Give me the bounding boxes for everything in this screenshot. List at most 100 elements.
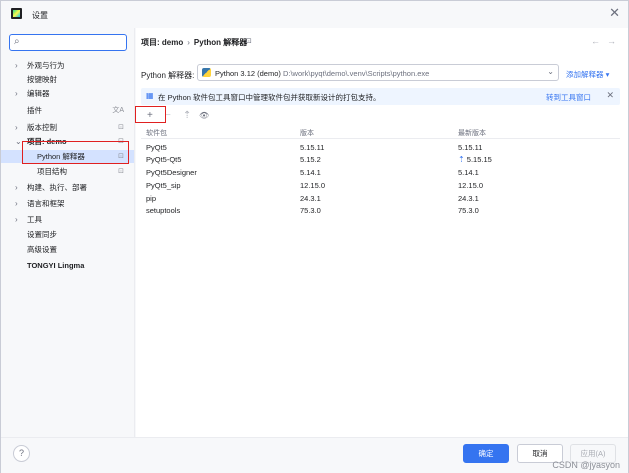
settings-sidebar: ⌕ › 外观与行为 按键映射 › 编辑器 插件 文A › 版本控制 ⊡ ⌄ 项目… [1, 28, 135, 437]
cell-latest: 5.15.11 [458, 143, 483, 152]
interpreter-value: Python 3.12 (demo) D:\work\pyqt\demo\.ve… [215, 69, 429, 78]
cell-package: PyQt5_sip [146, 181, 181, 190]
sidebar-item-vcs[interactable]: › 版本控制 ⊡ [1, 121, 134, 134]
interpreter-path: D:\work\pyqt\demo\.venv\Scripts\python.e… [282, 69, 430, 78]
table-row[interactable]: setuptools 75.3.0 75.3.0 [141, 205, 620, 216]
sidebar-item-label: 项目结构 [37, 167, 67, 176]
sidebar-item-keymap[interactable]: 按键映射 [1, 73, 134, 86]
cell-latest: 12.15.0 [458, 181, 484, 190]
back-arrow-icon[interactable]: ← [591, 36, 600, 46]
sidebar-item-plugins[interactable]: 插件 文A [1, 104, 134, 117]
column-header-package[interactable]: 软件包 [146, 128, 167, 138]
cell-package: pip [146, 194, 157, 203]
cell-package: setuptools [146, 206, 181, 215]
upgrade-package-button[interactable]: ⇡ [183, 110, 191, 122]
table-row[interactable]: PyQt5Designer 5.14.1 5.14.1 [141, 167, 620, 178]
window-title: 设置 [32, 11, 48, 20]
main-panel: 项目: demo › Python 解释器 ⊡ ← → Python 解释器: Py… [136, 28, 628, 437]
table-row[interactable]: PyQt5-Qt5 5.15.2 ⇡ 5.15.15 [141, 154, 620, 165]
project-scope-icon: ⊡ [246, 38, 252, 45]
cell-version: 5.15.11 [300, 143, 325, 152]
cell-version: 75.3.0 [300, 206, 321, 215]
packages-icon: ▦ [146, 91, 154, 100]
breadcrumb-page: Python 解释器 [193, 38, 248, 47]
chevron-down-icon[interactable]: ⌄ [15, 135, 22, 148]
upgrade-available-icon: ⇡ [458, 155, 465, 164]
interpreter-label: Python 解释器: [141, 71, 195, 80]
breadcrumb-separator: › [187, 38, 190, 47]
sidebar-item-label: 版本控制 [27, 123, 57, 132]
chevron-right-icon[interactable]: › [15, 121, 18, 134]
settings-dialog: 设置 ✕ ⌕ › 外观与行为 按键映射 › 编辑器 插件 文A › 版本控制 ⊡… [0, 0, 629, 473]
sidebar-item-build[interactable]: › 构建、执行、部署 [1, 181, 134, 194]
sidebar-item-label: 按键映射 [27, 75, 57, 84]
pycharm-app-icon [11, 8, 22, 19]
sidebar-item-label: 工具 [27, 215, 42, 224]
ok-button[interactable]: 确定 [463, 444, 509, 463]
cell-version: 5.14.1 [300, 168, 321, 177]
chevron-right-icon[interactable]: › [15, 87, 18, 100]
cell-version: 5.15.2 [300, 155, 321, 164]
sidebar-item-tongyi-lingma[interactable]: TONGYI Lingma [1, 259, 134, 272]
python-icon [202, 68, 211, 77]
forward-arrow-icon[interactable]: → [607, 36, 616, 46]
sidebar-item-tools[interactable]: › 工具 [1, 213, 134, 226]
search-input[interactable] [28, 37, 122, 48]
close-icon[interactable]: ✕ [609, 6, 620, 19]
cell-latest-value: 5.15.15 [466, 155, 492, 164]
chevron-right-icon[interactable]: › [15, 197, 18, 210]
chevron-right-icon[interactable]: › [15, 181, 18, 194]
annotation-highlight-add-button [135, 106, 166, 123]
add-interpreter-link[interactable]: 添加解释器 ▾ [566, 69, 609, 80]
title-bar: 设置 ✕ [1, 1, 628, 28]
cell-latest: 5.14.1 [458, 168, 479, 177]
cell-package: PyQt5 [146, 143, 167, 152]
breadcrumb-project[interactable]: 项目: demo [141, 38, 183, 47]
sidebar-item-label: 高级设置 [27, 245, 57, 254]
sidebar-item-label: 插件 [27, 106, 42, 115]
column-header-latest[interactable]: 最新版本 [458, 128, 486, 138]
annotation-highlight-sidebar [22, 141, 129, 164]
sidebar-item-label: 语言和框架 [27, 199, 65, 208]
cell-version: 12.15.0 [300, 181, 326, 190]
help-button[interactable]: ? [13, 445, 30, 462]
sidebar-item-settings-sync[interactable]: 设置同步 [1, 228, 134, 241]
chevron-right-icon[interactable]: › [15, 59, 18, 72]
chevron-down-icon[interactable]: ⌄ [547, 67, 554, 76]
interpreter-name: Python 3.12 (demo) [215, 69, 281, 78]
sidebar-item-languages[interactable]: › 语言和框架 [1, 197, 134, 210]
sidebar-item-label: 编辑器 [27, 89, 50, 98]
table-row[interactable]: pip 24.3.1 24.3.1 [141, 193, 620, 204]
sidebar-item-label: 构建、执行、部署 [27, 183, 87, 192]
translate-icon: 文A [112, 107, 124, 114]
project-scope-icon: ⊡ [118, 124, 124, 131]
sidebar-item-label: 设置同步 [27, 230, 57, 239]
sidebar-item-editor[interactable]: › 编辑器 [1, 87, 134, 100]
csdn-watermark: CSDN @jyasyon [552, 460, 620, 470]
dialog-footer: ? 确定 取消 应用(A) CSDN @jyasyon [1, 437, 628, 473]
cell-package: PyQt5Designer [146, 168, 197, 177]
sidebar-item-appearance[interactable]: › 外观与行为 [1, 59, 134, 72]
banner-text: 在 Python 软件包工具窗口中管理软件包并获取新设计的打包支持。 [158, 93, 381, 102]
sidebar-item-label: 外观与行为 [27, 61, 65, 70]
close-icon[interactable]: ✕ [606, 90, 614, 101]
cell-version: 24.3.1 [300, 194, 321, 203]
cell-latest: 24.3.1 [458, 194, 479, 203]
sidebar-item-project-structure[interactable]: 项目结构 ⊡ [1, 165, 134, 178]
cell-package: PyQt5-Qt5 [146, 155, 182, 164]
sidebar-item-advanced[interactable]: 高级设置 [1, 243, 134, 256]
table-row[interactable]: PyQt5_sip 12.15.0 12.15.0 [141, 180, 620, 191]
table-row[interactable]: PyQt5 5.15.11 5.15.11 [141, 142, 620, 153]
column-header-version[interactable]: 版本 [300, 128, 314, 138]
cell-latest: 75.3.0 [458, 206, 479, 215]
show-early-releases-eye-icon[interactable]: 👁 [199, 110, 209, 122]
breadcrumb: 项目: demo › Python 解释器 [141, 37, 247, 48]
search-icon: ⌕ [14, 36, 20, 47]
interpreter-dropdown[interactable]: Python 3.12 (demo) D:\work\pyqt\demo\.ve… [197, 64, 559, 81]
sidebar-item-label: TONGYI Lingma [27, 261, 85, 270]
project-scope-icon: ⊡ [118, 168, 124, 175]
packages-table-header: 软件包 版本 最新版本 [141, 127, 620, 139]
chevron-right-icon[interactable]: › [15, 213, 18, 226]
settings-search-field[interactable]: ⌕ [9, 34, 127, 51]
go-to-tool-window-link[interactable]: 转到工具窗口 [546, 92, 591, 103]
